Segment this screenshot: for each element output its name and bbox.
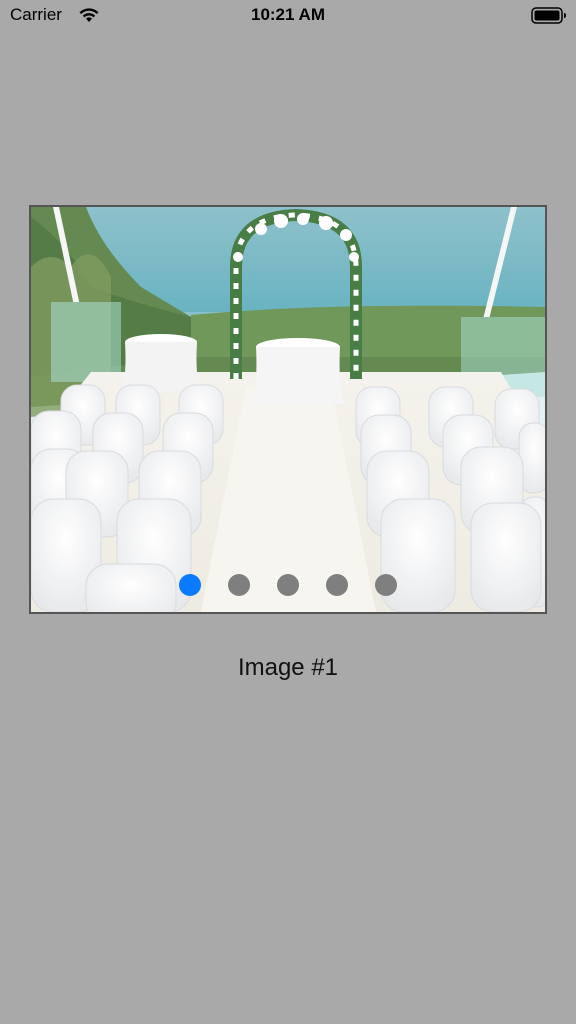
page-indicator[interactable] [31, 573, 545, 597]
wedding-photo [31, 207, 545, 612]
image-carousel[interactable] [29, 205, 547, 614]
status-bar: Carrier 10:21 AM [0, 0, 576, 32]
page-dot-3[interactable] [277, 574, 299, 596]
image-caption: Image #1 [237, 654, 339, 681]
battery-icon [531, 7, 566, 24]
page-dot-1[interactable] [179, 574, 201, 596]
page-dot-4[interactable] [326, 574, 348, 596]
page-dot-2[interactable] [228, 574, 250, 596]
page-dot-5[interactable] [375, 574, 397, 596]
status-time: 10:21 AM [250, 5, 325, 24]
